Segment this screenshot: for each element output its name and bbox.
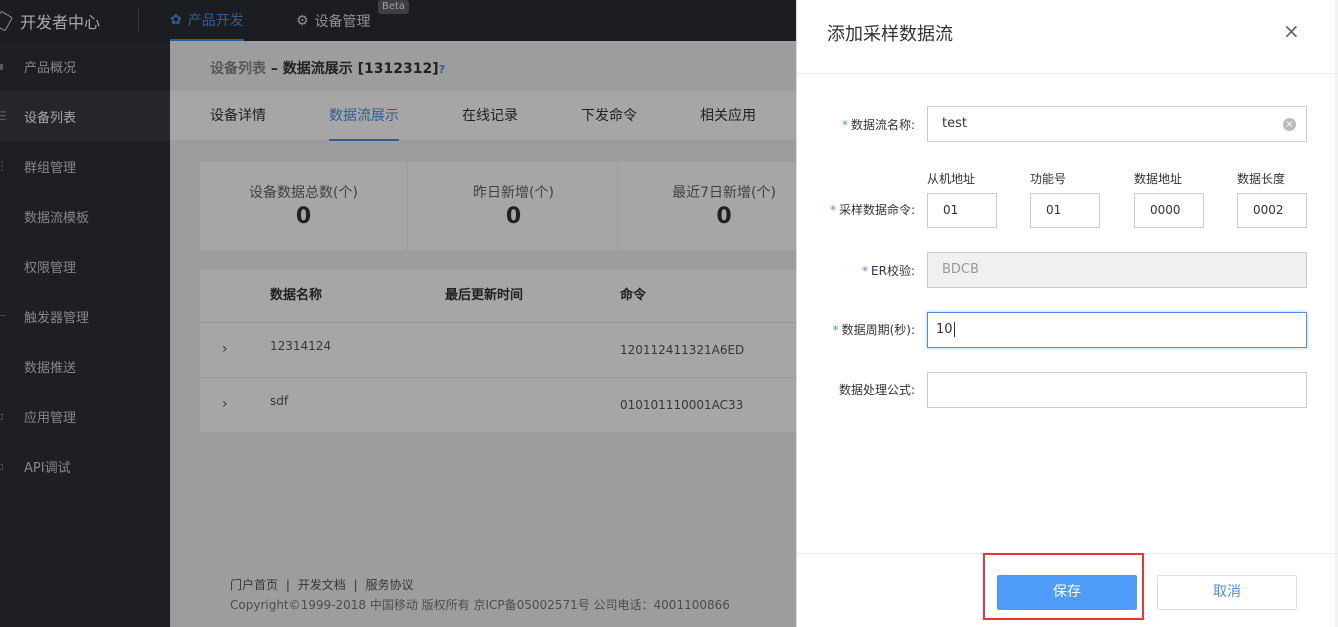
er-check-input: BDCB: [927, 252, 1307, 288]
label-text: 采样数据命令:: [838, 203, 915, 217]
sample-command-label: * 采样数据命令:: [830, 201, 915, 218]
data-length-label: 数据长度: [1237, 172, 1286, 186]
data-address-input[interactable]: 0000: [1134, 193, 1204, 228]
label-text: 数据周期(秒):: [841, 323, 915, 337]
add-datastream-drawer: 添加采样数据流 × * 数据流名称: test × * 采样数据命令: 从机地址 功…: [796, 0, 1338, 627]
highlight-box: [983, 553, 1144, 620]
input-value: 10: [936, 322, 953, 337]
divider: [797, 73, 1338, 74]
clear-icon[interactable]: ×: [1283, 118, 1296, 131]
data-length-input[interactable]: 0002: [1237, 193, 1307, 228]
data-period-input[interactable]: 10: [927, 312, 1307, 348]
required-mark: *: [862, 264, 869, 278]
label-text: 数据流名称:: [850, 118, 915, 132]
modal-overlay[interactable]: [0, 0, 796, 627]
text-cursor: [953, 322, 955, 337]
function-code-label: 功能号: [1030, 172, 1067, 186]
data-address-label: 数据地址: [1134, 172, 1183, 186]
input-value: test: [942, 116, 967, 131]
stream-name-label: * 数据流名称:: [842, 116, 915, 133]
required-mark: *: [841, 118, 848, 132]
formula-input[interactable]: [927, 372, 1307, 408]
required-mark: *: [829, 203, 836, 217]
slave-address-input[interactable]: 01: [927, 193, 997, 228]
stream-name-input[interactable]: test ×: [927, 106, 1307, 142]
label-text: ER校验:: [871, 264, 915, 278]
cancel-button[interactable]: 取消: [1157, 575, 1297, 610]
slave-address-label: 从机地址: [927, 172, 976, 186]
formula-label: 数据处理公式:: [838, 383, 915, 397]
er-check-label: * ER校验:: [862, 262, 915, 279]
drawer-title: 添加采样数据流: [827, 24, 953, 45]
required-mark: *: [832, 323, 839, 337]
close-icon[interactable]: ×: [1283, 20, 1300, 42]
data-period-label: * 数据周期(秒):: [833, 321, 915, 338]
function-code-input[interactable]: 01: [1030, 193, 1100, 228]
